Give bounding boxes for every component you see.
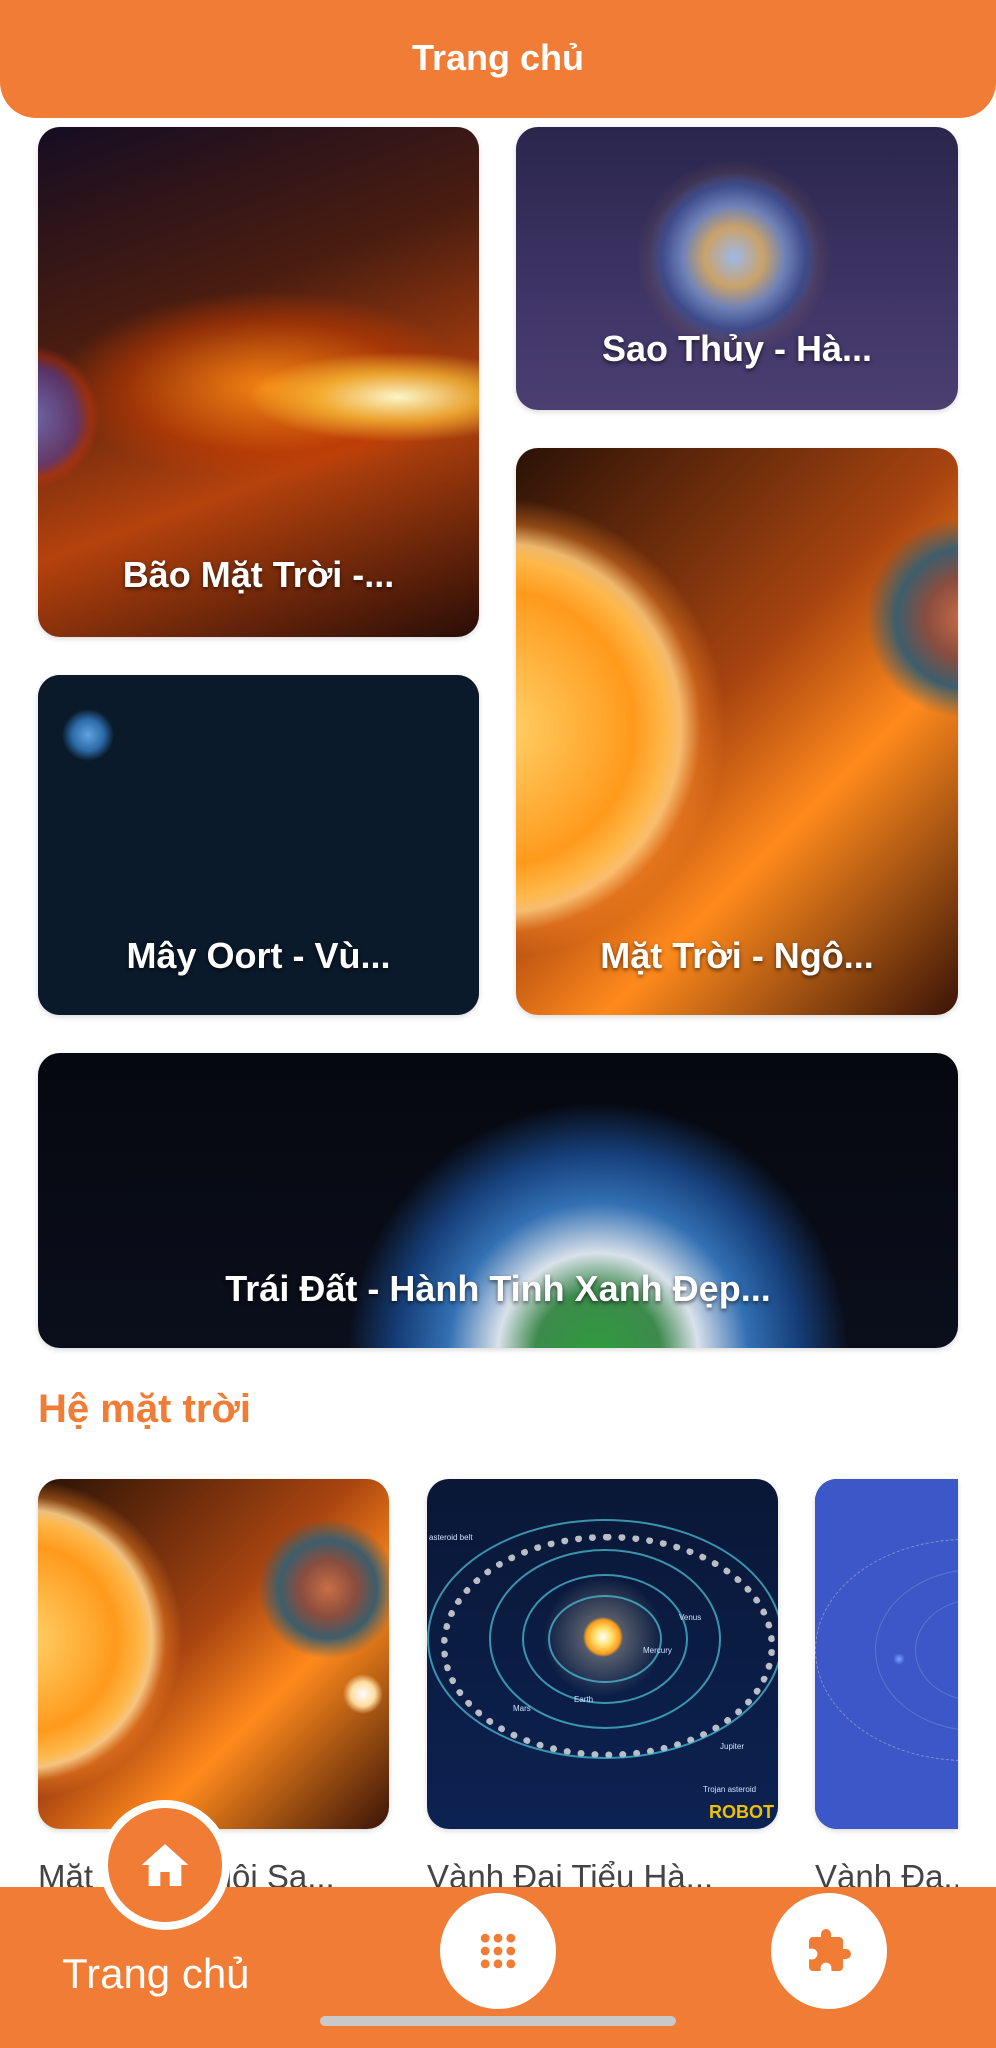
- nav-grid-button[interactable]: [440, 1893, 556, 2009]
- asteroid-belt-image: asteroid belt Venus Mercury Mars Earth J…: [427, 1479, 778, 1829]
- image-label: Mars: [513, 1704, 531, 1713]
- home-icon: [141, 1844, 189, 1886]
- featured-card-solar-storm[interactable]: Bão Mặt Trời -...: [38, 127, 479, 637]
- robot-watermark: ROBOT: [709, 1802, 774, 1822]
- featured-card-title: Sao Thủy - Hà...: [601, 328, 873, 369]
- featured-card-title: Mây Oort - Vù...: [126, 935, 391, 976]
- featured-card-mercury[interactable]: Sao Thủy - Hà...: [516, 127, 958, 410]
- image-label: Venus: [679, 1613, 702, 1622]
- puzzle-icon: [809, 1929, 851, 1971]
- nav-home-button[interactable]: [100, 1800, 230, 1930]
- image-label: asteroid belt: [429, 1533, 473, 1542]
- featured-card-title: Mặt Trời - Ngô...: [600, 935, 874, 976]
- image-label: Earth: [574, 1695, 594, 1704]
- sun-image: [516, 448, 958, 1015]
- nav-home-label[interactable]: Trang chủ: [62, 1950, 250, 1998]
- image-label: Mercury: [643, 1646, 672, 1655]
- featured-card-sun[interactable]: Mặt Trời - Ngô...: [516, 448, 958, 1015]
- solar-card-asteroid-belt[interactable]: asteroid belt Venus Mercury Mars Earth J…: [427, 1479, 778, 1829]
- outer-belt-image: [815, 1479, 958, 1829]
- featured-card-title: Trái Đất - Hành Tinh Xanh Đẹp...: [225, 1268, 771, 1309]
- solar-card-sun[interactable]: [38, 1479, 389, 1829]
- featured-card-earth[interactable]: Trái Đất - Hành Tinh Xanh Đẹp...: [38, 1053, 958, 1348]
- page-title: Trang chủ: [411, 36, 585, 78]
- featured-card-title: Bão Mặt Trời -...: [122, 554, 395, 595]
- sun-planet-image: [38, 1479, 389, 1829]
- section-title: Hệ mặt trời: [38, 1387, 251, 1431]
- image-label: Jupiter: [720, 1742, 745, 1751]
- nav-puzzle-button[interactable]: [771, 1893, 887, 2009]
- app-header: Trang chủ: [0, 0, 996, 118]
- solar-card-belt-2[interactable]: [815, 1479, 958, 1829]
- home-indicator: [320, 2016, 676, 2026]
- featured-card-oort-cloud[interactable]: Mây Oort - Vù...: [38, 675, 479, 1015]
- grid-icon: [480, 1933, 516, 1969]
- image-label: Trojan asteroid: [703, 1785, 757, 1794]
- orbit-line: [427, 1519, 778, 1759]
